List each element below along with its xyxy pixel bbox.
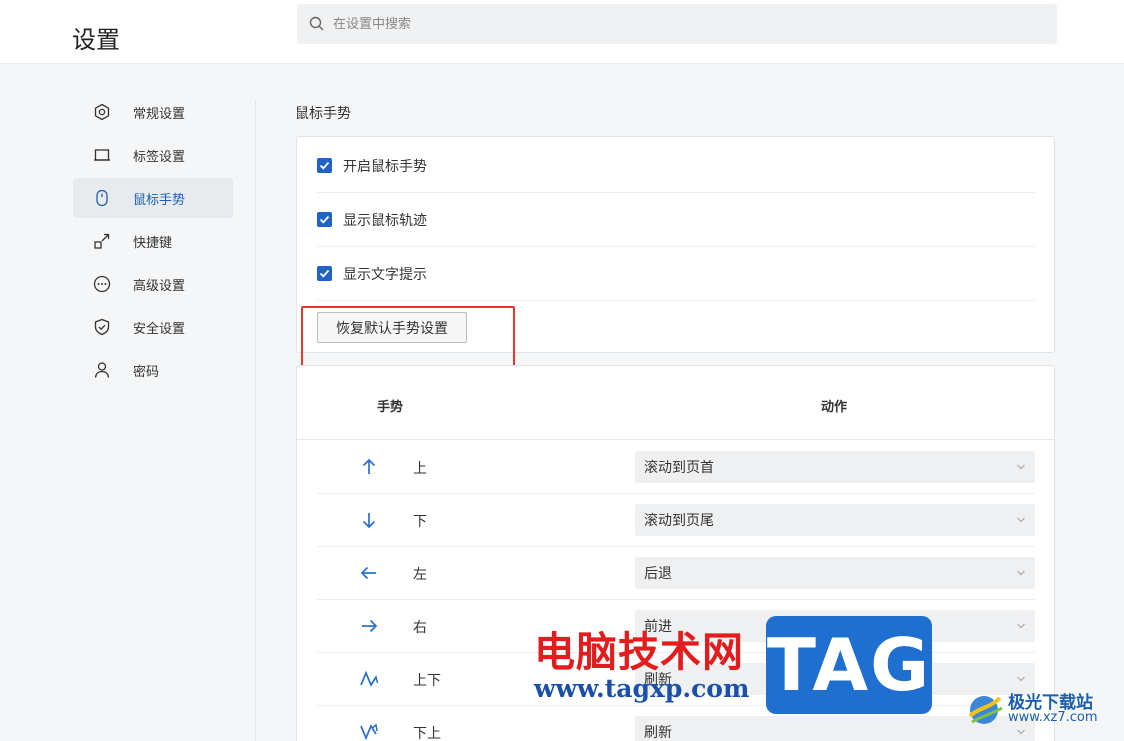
table-row: 左 后退 — [317, 547, 1035, 600]
more-circle-icon — [93, 275, 111, 293]
option-enable-gesture[interactable]: 开启鼠标手势 — [317, 139, 1035, 193]
chevron-down-icon — [1017, 729, 1025, 735]
option-show-trail[interactable]: 显示鼠标轨迹 — [317, 193, 1035, 247]
sidebar-item-security[interactable]: 安全设置 — [73, 307, 233, 347]
table-row: 上下 刷新 — [317, 653, 1035, 706]
sidebar-item-label: 快捷键 — [133, 235, 173, 251]
tab-icon — [93, 146, 111, 164]
sidebar-item-label: 密码 — [133, 364, 160, 380]
table-row: 右 前进 — [317, 600, 1035, 653]
chevron-down-icon — [1017, 676, 1025, 682]
table-row: 下 滚动到页尾 — [317, 494, 1035, 547]
user-icon — [93, 361, 111, 379]
column-header-action: 动作 — [821, 400, 848, 415]
table-row: 上 滚动到页首 — [317, 441, 1035, 494]
gesture-name: 上下 — [413, 673, 441, 689]
gesture-name: 右 — [413, 620, 427, 636]
checkbox-checked-icon[interactable] — [317, 266, 332, 281]
sidebar-item-tabs[interactable]: 标签设置 — [73, 135, 233, 175]
gesture-name: 上 — [413, 461, 427, 477]
checkbox-checked-icon[interactable] — [317, 158, 332, 173]
mouse-icon — [93, 189, 111, 207]
shortcut-icon — [93, 232, 111, 250]
gesture-table: 手势 动作 上 滚动到页首 下 滚动到页尾 左 后退 右 前进 上下 刷新 下上… — [296, 365, 1055, 741]
option-label: 开启鼠标手势 — [343, 158, 427, 175]
arrow-right-icon — [362, 619, 378, 633]
option-label: 显示鼠标轨迹 — [343, 212, 427, 229]
option-label: 显示文字提示 — [343, 266, 427, 283]
chevron-down-icon — [1017, 464, 1025, 470]
table-header: 手势 动作 — [297, 366, 1054, 440]
action-select-value: 滚动到页尾 — [644, 513, 714, 529]
chevron-down-icon — [1017, 570, 1025, 576]
action-select[interactable]: 前进 — [635, 610, 1035, 642]
shield-icon — [93, 318, 111, 336]
sidebar-item-general[interactable]: 常规设置 — [73, 92, 233, 132]
checkbox-checked-icon[interactable] — [317, 212, 332, 227]
action-select-value: 滚动到页首 — [644, 460, 714, 476]
search-input[interactable] — [333, 16, 1033, 32]
sidebar-item-advanced[interactable]: 高级设置 — [73, 264, 233, 304]
arrow-left-icon — [360, 566, 376, 580]
action-select-value: 刷新 — [644, 725, 672, 741]
action-select-value: 刷新 — [644, 672, 672, 688]
sidebar-item-label: 常规设置 — [133, 106, 186, 122]
sidebar: 常规设置 标签设置 鼠标手势 快捷键 高级设置 安全设置 密码 — [73, 92, 233, 393]
action-select[interactable]: 刷新 — [635, 716, 1035, 741]
action-select[interactable]: 后退 — [635, 557, 1035, 589]
sidebar-item-label: 高级设置 — [133, 278, 186, 294]
sidebar-item-label: 安全设置 — [133, 321, 186, 337]
option-show-text-hint[interactable]: 显示文字提示 — [317, 247, 1035, 301]
table-row: 下上 刷新 — [317, 706, 1035, 741]
sidebar-divider — [255, 100, 256, 741]
search-box[interactable] — [297, 4, 1057, 44]
chevron-down-icon — [1017, 623, 1025, 629]
action-select[interactable]: 滚动到页尾 — [635, 504, 1035, 536]
action-select[interactable]: 刷新 — [635, 663, 1035, 695]
column-header-gesture: 手势 — [377, 400, 404, 415]
gesture-name: 下 — [413, 514, 427, 530]
action-select[interactable]: 滚动到页首 — [635, 451, 1035, 483]
top-bar: 设置 — [0, 0, 1124, 64]
hexagon-gear-icon — [93, 103, 111, 121]
sidebar-item-label: 鼠标手势 — [133, 192, 186, 208]
chevron-down-icon — [1017, 517, 1025, 523]
action-select-value: 前进 — [644, 619, 672, 635]
search-icon — [309, 16, 324, 31]
arrow-up-down-icon — [360, 670, 379, 687]
action-select-value: 后退 — [644, 566, 672, 582]
sidebar-item-label: 标签设置 — [133, 149, 186, 165]
gesture-name: 下上 — [413, 726, 441, 741]
sidebar-item-password[interactable]: 密码 — [73, 350, 233, 390]
section-title: 鼠标手势 — [295, 106, 351, 122]
arrow-down-up-icon — [360, 723, 378, 741]
sidebar-item-shortcuts[interactable]: 快捷键 — [73, 221, 233, 261]
page-title: 设置 — [72, 26, 120, 54]
arrow-up-icon — [362, 458, 376, 474]
arrow-down-icon — [362, 513, 376, 529]
sidebar-item-mouse-gesture[interactable]: 鼠标手势 — [73, 178, 233, 218]
gesture-name: 左 — [413, 567, 427, 583]
